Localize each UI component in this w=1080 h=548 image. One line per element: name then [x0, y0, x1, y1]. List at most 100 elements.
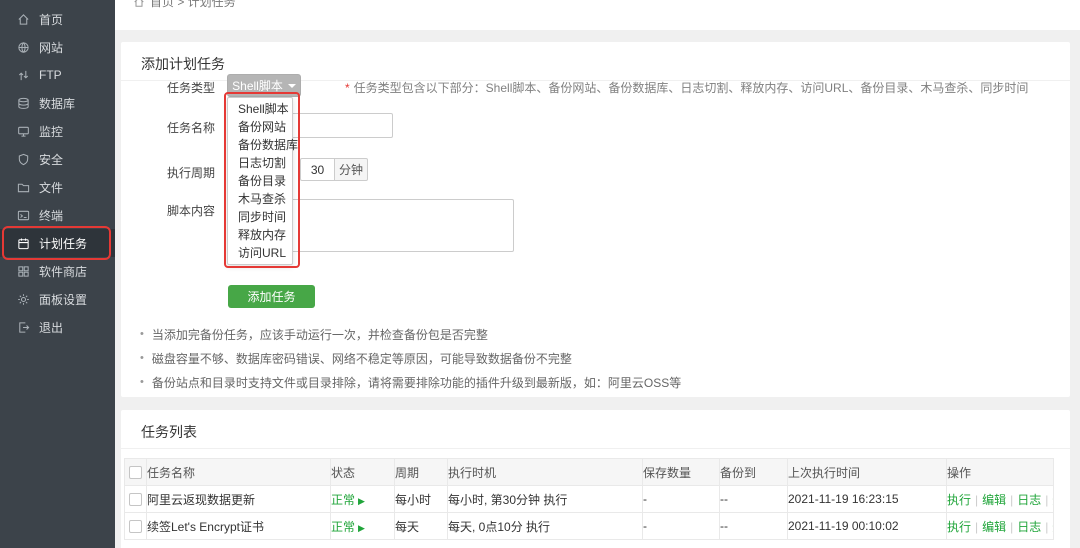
note-item: •备份站点和目录时支持文件或目录排除，请将需要排除功能的插件升级到最新版，如：阿…: [140, 370, 681, 394]
sidebar-item-label: 文件: [39, 179, 63, 196]
monitor-icon: [17, 125, 30, 138]
task-table: 任务名称 状态 周期 执行时机 保存数量 备份到 上次执行时间 操作 阿里云返现…: [124, 458, 1054, 540]
cycle-cell: 每小时: [395, 486, 448, 513]
logout-icon: [17, 321, 30, 334]
column-header-actions: 操作: [947, 459, 1054, 486]
run-link[interactable]: 执行: [947, 493, 971, 507]
dropdown-option-backup-db[interactable]: 备份数据库: [228, 136, 292, 154]
separator: |: [1010, 520, 1013, 534]
edit-link[interactable]: 编辑: [982, 493, 1006, 507]
breadcrumb[interactable]: 首页 > 计划任务: [133, 0, 236, 10]
required-asterisk: *: [345, 81, 350, 95]
sidebar-item-label: 首页: [39, 11, 63, 28]
sidebar-item-scheduled-tasks[interactable]: 计划任务: [0, 229, 115, 257]
dropdown-option-visit-url[interactable]: 访问URL: [228, 244, 292, 262]
bullet-dot: •: [140, 352, 144, 364]
dropdown-option-log-split[interactable]: 日志切割: [228, 154, 292, 172]
add-task-card: 添加计划任务 任务类型 Shell脚本 *任务类型包含以下部分：Shell脚本、…: [121, 42, 1070, 397]
log-link[interactable]: 日志: [1017, 520, 1041, 534]
keep-cell: -: [643, 486, 720, 513]
backup-to-cell: --: [720, 513, 788, 540]
top-bar: 首页 > 计划任务: [115, 0, 1080, 30]
dropdown-option-backup-site[interactable]: 备份网站: [228, 118, 292, 136]
sidebar-item-terminal[interactable]: 终端: [0, 201, 115, 229]
dropdown-option-shell[interactable]: Shell脚本: [228, 100, 292, 118]
sidebar-item-label: 网站: [39, 39, 63, 56]
last-exec-cell: 2021-11-19 16:23:15: [788, 486, 947, 513]
sidebar-item-app-store[interactable]: 软件商店: [0, 257, 115, 285]
delete-link[interactable]: 删除: [1052, 493, 1053, 507]
task-type-value: Shell脚本: [232, 77, 283, 94]
note-item: •磁盘容量不够、数据库密码错误、网络不稳定等原因，可能导致数据备份不完整: [140, 346, 681, 370]
bullet-dot: •: [140, 328, 144, 340]
note-item: •当添加完备份任务，应该手动运行一次，并检查备份包是否完整: [140, 322, 681, 346]
task-type-label: 任务类型: [136, 79, 215, 96]
dropdown-option-free-memory[interactable]: 释放内存: [228, 226, 292, 244]
grid-icon: [17, 265, 30, 278]
sidebar-item-panel-settings[interactable]: 面板设置: [0, 285, 115, 313]
sidebar-item-ftp[interactable]: FTP: [0, 61, 115, 89]
divider: [121, 448, 1070, 449]
sidebar-item-label: 退出: [39, 319, 63, 336]
cycle-group: 分钟: [300, 158, 368, 181]
sidebar-item-database[interactable]: 数据库: [0, 89, 115, 117]
dropdown-option-sync-time[interactable]: 同步时间: [228, 208, 292, 226]
play-icon: ▶: [358, 523, 365, 533]
sidebar-item-website[interactable]: 网站: [0, 33, 115, 61]
dropdown-option-backup-dir[interactable]: 备份目录: [228, 172, 292, 190]
cycle-cell: 每天: [395, 513, 448, 540]
log-link[interactable]: 日志: [1017, 493, 1041, 507]
separator: |: [1045, 520, 1048, 534]
sidebar-item-label: 软件商店: [39, 263, 87, 280]
shield-icon: [17, 153, 30, 166]
play-icon: ▶: [358, 496, 365, 506]
sidebar-item-label: FTP: [39, 68, 62, 82]
cycle-label: 执行周期: [136, 164, 215, 181]
delete-link[interactable]: 删除: [1052, 520, 1053, 534]
actions-cell: 执行|编辑|日志|删除: [947, 513, 1054, 540]
timing-cell: 每天, 0点10分 执行: [448, 513, 643, 540]
last-exec-cell: 2021-11-19 00:10:02: [788, 513, 947, 540]
column-header-cycle: 周期: [395, 459, 448, 486]
column-header-keep: 保存数量: [643, 459, 720, 486]
sidebar: 首页 网站 FTP 数据库 监控 安全 文件 终端: [0, 0, 115, 548]
table-row: 续签Let's Encrypt证书 正常▶ 每天 每天, 0点10分 执行 - …: [125, 513, 1054, 540]
calendar-icon: [17, 237, 30, 250]
status-badge: 正常: [331, 520, 355, 534]
status-cell: 正常▶: [331, 486, 395, 513]
home-icon: [17, 13, 30, 26]
column-header-last-exec: 上次执行时间: [788, 459, 947, 486]
dropdown-option-scan[interactable]: 木马查杀: [228, 190, 292, 208]
timing-cell: 每小时, 第30分钟 执行: [448, 486, 643, 513]
sidebar-item-monitor[interactable]: 监控: [0, 117, 115, 145]
sidebar-item-logout[interactable]: 退出: [0, 313, 115, 341]
separator: |: [975, 493, 978, 507]
sidebar-item-files[interactable]: 文件: [0, 173, 115, 201]
actions-cell: 执行|编辑|日志|删除: [947, 486, 1054, 513]
sidebar-item-label: 面板设置: [39, 291, 87, 308]
row-checkbox[interactable]: [129, 520, 142, 533]
ftp-transfer-icon: [17, 69, 30, 82]
keep-cell: -: [643, 513, 720, 540]
folder-icon: [17, 181, 30, 194]
task-list-card: 任务列表 任务名称 状态 周期 执行时机 保存数量 备份到 上次执行时间 操作: [121, 410, 1070, 548]
column-header-status: 状态: [331, 459, 395, 486]
edit-link[interactable]: 编辑: [982, 520, 1006, 534]
task-name-cell: 阿里云返现数据更新: [147, 486, 331, 513]
sidebar-item-security[interactable]: 安全: [0, 145, 115, 173]
sidebar-item-home[interactable]: 首页: [0, 5, 115, 33]
status-cell: 正常▶: [331, 513, 395, 540]
column-header-backup-to: 备份到: [720, 459, 788, 486]
database-icon: [17, 97, 30, 110]
table-header-row: 任务名称 状态 周期 执行时机 保存数量 备份到 上次执行时间 操作: [125, 459, 1054, 486]
column-header-name: 任务名称: [147, 459, 331, 486]
sidebar-item-label: 安全: [39, 151, 63, 168]
cycle-minutes-input[interactable]: [300, 158, 334, 181]
chevron-down-icon: [288, 84, 296, 88]
breadcrumb-text: 首页 > 计划任务: [150, 0, 236, 10]
select-all-checkbox[interactable]: [129, 466, 142, 479]
row-checkbox[interactable]: [129, 493, 142, 506]
run-link[interactable]: 执行: [947, 520, 971, 534]
task-type-select[interactable]: Shell脚本: [227, 74, 301, 97]
add-task-button[interactable]: 添加任务: [228, 285, 315, 308]
